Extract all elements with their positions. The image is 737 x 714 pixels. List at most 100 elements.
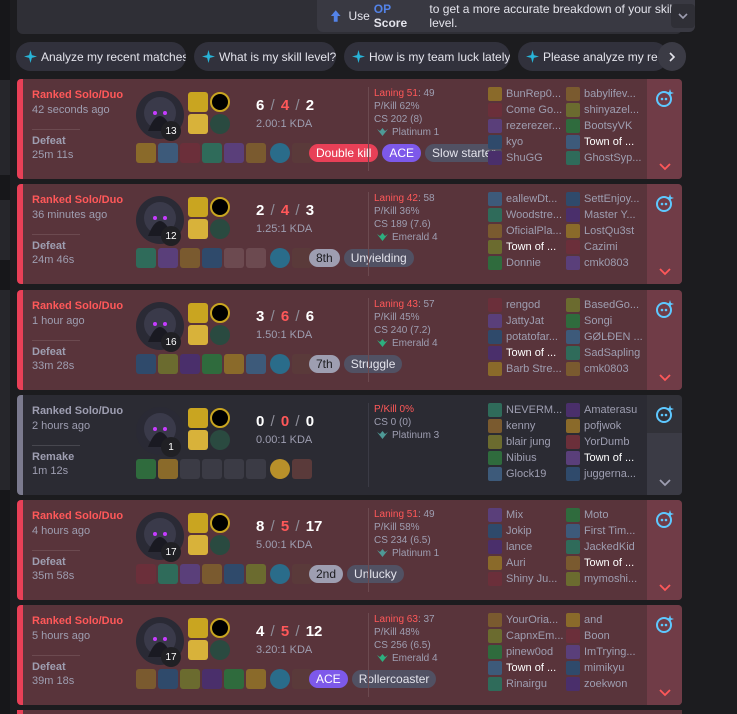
player-entry[interactable]: pofjwok <box>566 418 646 434</box>
player-entry[interactable]: zoekwon <box>566 676 646 692</box>
player-name[interactable]: eallewDt... <box>506 193 557 205</box>
item-icon[interactable] <box>202 564 222 584</box>
player-entry[interactable]: Nibius <box>488 450 568 466</box>
summoner-spell-icon[interactable] <box>188 325 208 345</box>
secondary-rune-icon[interactable] <box>210 114 230 134</box>
flash-spell-icon[interactable] <box>188 197 208 217</box>
player-entry[interactable]: and <box>566 612 646 628</box>
player-entry[interactable]: Rinairgu <box>488 676 568 692</box>
player-entry[interactable]: NEVERM... <box>488 402 568 418</box>
secondary-rune-icon[interactable] <box>210 430 230 450</box>
player-entry[interactable]: Glock19 <box>488 466 568 482</box>
item-icon[interactable] <box>246 354 266 374</box>
player-entry[interactable]: Woodstre... <box>488 207 568 223</box>
player-entry[interactable]: Town of ... <box>566 450 646 466</box>
expand-details-button[interactable] <box>647 643 682 705</box>
player-entry[interactable]: babylifev... <box>566 86 646 102</box>
player-entry[interactable]: kenny <box>488 418 568 434</box>
summoner-spell-icon[interactable] <box>188 535 208 555</box>
flash-spell-icon[interactable] <box>188 408 208 428</box>
player-entry[interactable]: Town of ... <box>488 239 568 255</box>
item-icon[interactable] <box>202 354 222 374</box>
trinket-icon[interactable] <box>270 143 290 163</box>
ai-analysis-icon[interactable] <box>654 298 676 320</box>
match-card[interactable]: Ranked Solo/Duo 1 hour ago Defeat 33m 28s 16… <box>17 290 682 390</box>
player-name[interactable]: Come Go... <box>506 104 562 116</box>
trinket-icon[interactable] <box>270 248 290 268</box>
player-entry[interactable]: GØLÐEN ... <box>566 329 646 345</box>
player-entry[interactable]: kyo <box>488 134 568 150</box>
player-entry[interactable]: JattyJat <box>488 313 568 329</box>
keystone-rune-icon[interactable] <box>210 303 230 323</box>
item-icon[interactable] <box>158 564 178 584</box>
ai-analysis-icon[interactable] <box>654 508 676 530</box>
player-name[interactable]: lance <box>506 541 532 553</box>
flash-spell-icon[interactable] <box>188 92 208 112</box>
player-entry[interactable]: BootsyVK <box>566 118 646 134</box>
ai-analysis-icon[interactable] <box>654 87 676 109</box>
player-name[interactable]: babylifev... <box>584 88 636 100</box>
keystone-rune-icon[interactable] <box>210 513 230 533</box>
ai-analysis-icon[interactable] <box>654 613 676 635</box>
player-entry[interactable]: ShuGG <box>488 150 568 166</box>
player-entry[interactable]: mymoshi... <box>566 571 646 587</box>
player-name[interactable]: Rinairgu <box>506 678 547 690</box>
player-entry[interactable]: Town of ... <box>488 345 568 361</box>
item-icon[interactable] <box>180 143 200 163</box>
player-name[interactable]: Cazimi <box>584 241 618 253</box>
player-name[interactable]: OficialPla... <box>506 225 562 237</box>
ai-analysis-icon[interactable] <box>654 403 676 425</box>
player-name[interactable]: Town of ... <box>584 136 634 148</box>
player-name[interactable]: Boon <box>584 630 610 642</box>
player-name[interactable]: GhostSyp... <box>584 152 641 164</box>
player-entry[interactable]: Town of ... <box>488 660 568 676</box>
player-name[interactable]: CapnxEm... <box>506 630 563 642</box>
player-entry[interactable]: Cazimi <box>566 239 646 255</box>
item-icon[interactable] <box>136 354 156 374</box>
player-entry[interactable]: Barb Stre... <box>488 361 568 377</box>
player-name[interactable]: rengod <box>506 299 540 311</box>
player-entry[interactable]: JackedKid <box>566 539 646 555</box>
player-name[interactable]: BasedGo... <box>584 299 639 311</box>
item-icon[interactable] <box>158 354 178 374</box>
secondary-rune-icon[interactable] <box>210 535 230 555</box>
trinket-icon[interactable] <box>270 354 290 374</box>
player-entry[interactable]: Town of ... <box>566 134 646 150</box>
item-icon[interactable] <box>202 248 222 268</box>
item-icon[interactable] <box>158 459 178 479</box>
summoner-spell-icon[interactable] <box>188 640 208 660</box>
secondary-rune-icon[interactable] <box>210 325 230 345</box>
player-name[interactable]: blair jung <box>506 436 551 448</box>
item-icon[interactable] <box>224 143 244 163</box>
player-entry[interactable]: Shiny Ju... <box>488 571 568 587</box>
player-name[interactable]: Donnie <box>506 257 541 269</box>
player-name[interactable]: Woodstre... <box>506 209 562 221</box>
item-icon[interactable] <box>202 669 222 689</box>
player-name[interactable]: potatofar... <box>506 331 558 343</box>
player-entry[interactable]: YorDumb <box>566 434 646 450</box>
player-entry[interactable]: Master Y... <box>566 207 646 223</box>
item-icon[interactable] <box>136 143 156 163</box>
expand-details-button[interactable] <box>647 328 682 390</box>
player-name[interactable]: GØLÐEN ... <box>584 331 643 343</box>
player-name[interactable]: Town of ... <box>506 241 556 253</box>
item-icon[interactable] <box>136 248 156 268</box>
op-score-hint[interactable]: Use OP Score to get a more accurate brea… <box>317 0 695 32</box>
player-name[interactable]: YourOria... <box>506 614 558 626</box>
item-icon[interactable] <box>180 248 200 268</box>
player-name[interactable]: SettEnjoy... <box>584 193 639 205</box>
item-icon[interactable] <box>246 143 266 163</box>
expand-details-button[interactable] <box>647 117 682 179</box>
player-name[interactable]: NEVERM... <box>506 404 562 416</box>
player-entry[interactable]: SadSapling <box>566 345 646 361</box>
keystone-rune-icon[interactable] <box>210 92 230 112</box>
expand-details-button[interactable] <box>647 538 682 600</box>
match-card[interactable]: Ranked Solo/Duo 42 seconds ago Defeat 25m 1… <box>17 79 682 179</box>
trinket-icon[interactable] <box>270 669 290 689</box>
keystone-rune-icon[interactable] <box>210 618 230 638</box>
player-name[interactable]: Jokip <box>506 525 532 537</box>
player-entry[interactable]: rezerezer... <box>488 118 568 134</box>
player-name[interactable]: Auri <box>506 557 526 569</box>
player-name[interactable]: First Tim... <box>584 525 635 537</box>
player-entry[interactable]: mimikyu <box>566 660 646 676</box>
